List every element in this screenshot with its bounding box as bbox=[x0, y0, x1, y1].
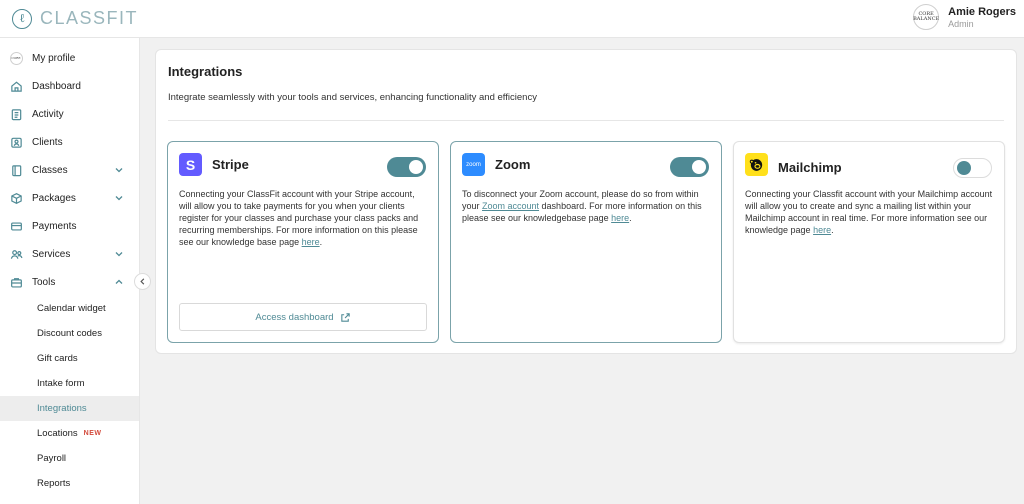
toggle-knob bbox=[957, 161, 971, 175]
top-bar: ℓ CLASSFIT CORE BALANCE Amie Rogers Admin bbox=[0, 0, 1024, 38]
sidebar-item-dashboard[interactable]: Dashboard bbox=[0, 72, 139, 100]
mailchimp-description: Connecting your Classfit account with yo… bbox=[745, 189, 993, 237]
chevron-left-icon bbox=[140, 278, 145, 285]
sidebar-item-tools[interactable]: Tools bbox=[0, 268, 139, 296]
mailchimp-description-suffix: . bbox=[831, 224, 834, 235]
zoom-icon: zoom bbox=[462, 153, 485, 176]
toggle-knob bbox=[409, 160, 423, 174]
access-dashboard-button[interactable]: Access dashboard bbox=[179, 303, 427, 331]
zoom-account-link[interactable]: Zoom account bbox=[482, 201, 539, 211]
logo-text: CLASSFIT bbox=[40, 8, 139, 28]
book-icon bbox=[9, 163, 23, 177]
mailchimp-title: Mailchimp bbox=[778, 160, 842, 175]
sidebar-subitem-locations[interactable]: Locations NEW bbox=[0, 421, 139, 446]
chevron-down-icon[interactable] bbox=[113, 192, 125, 204]
sidebar-item-clients[interactable]: Clients bbox=[0, 128, 139, 156]
sidebar-subitem-label: Intake form bbox=[37, 378, 85, 389]
zoom-icon-text: zoom bbox=[466, 161, 481, 168]
sidebar-subitem-intake-form[interactable]: Intake form bbox=[0, 371, 139, 396]
sidebar-subitem-label: Gift cards bbox=[37, 353, 78, 364]
services-icon bbox=[9, 247, 23, 261]
user-avatar: CORE BALANCE bbox=[913, 4, 939, 30]
classfit-logo[interactable]: ℓ CLASSFIT bbox=[12, 8, 138, 29]
card-icon bbox=[9, 219, 23, 233]
zoom-card: zoom Zoom To disconnect your Zoom accoun… bbox=[450, 141, 722, 343]
chevron-down-icon[interactable] bbox=[113, 164, 125, 176]
external-link-icon bbox=[340, 312, 350, 322]
sidebar-item-label: Activity bbox=[32, 108, 64, 120]
sidebar-item-label: Payments bbox=[32, 220, 77, 232]
mailchimp-knowledge-link[interactable]: here bbox=[813, 225, 831, 235]
sidebar-subitem-label: Integrations bbox=[37, 403, 87, 414]
page-title: Integrations bbox=[168, 64, 243, 79]
stripe-description-suffix: . bbox=[319, 236, 323, 247]
page-subtitle: Integrate seamlessly with your tools and… bbox=[168, 92, 537, 103]
zoom-description: To disconnect your Zoom account, please … bbox=[462, 189, 710, 225]
chevron-up-icon[interactable] bbox=[113, 276, 125, 288]
sidebar-item-label: Packages bbox=[32, 192, 76, 204]
stripe-knowledge-link[interactable]: here bbox=[302, 237, 320, 247]
box-icon bbox=[9, 191, 23, 205]
user-role: Admin bbox=[948, 18, 974, 29]
sidebar-subitem-reports[interactable]: Reports bbox=[0, 471, 139, 496]
toggle-knob bbox=[692, 160, 706, 174]
access-dashboard-label: Access dashboard bbox=[255, 311, 334, 323]
sidebar-item-label: My profile bbox=[32, 52, 76, 64]
sidebar-item-label: Tools bbox=[32, 276, 56, 288]
user-name: Amie Rogers bbox=[948, 5, 1016, 18]
logo-icon: ℓ bbox=[12, 8, 32, 29]
sidebar-item-payments[interactable]: Payments bbox=[0, 212, 139, 240]
sidebar-subitem-calendar-widget[interactable]: Calendar widget bbox=[0, 296, 139, 321]
mailchimp-monkey-glyph bbox=[749, 159, 763, 171]
sidebar-item-my-profile[interactable]: CORE My profile bbox=[0, 44, 139, 72]
sidebar-subitem-gift-cards[interactable]: Gift cards bbox=[0, 346, 139, 371]
zoom-toggle[interactable] bbox=[670, 157, 709, 177]
sidebar-item-label: Classes bbox=[32, 164, 68, 176]
zoom-title: Zoom bbox=[495, 157, 531, 172]
sidebar-subitem-label: Calendar widget bbox=[37, 303, 106, 314]
sidebar-collapse-button[interactable] bbox=[134, 273, 151, 290]
sidebar-subitem-label: Payroll bbox=[37, 453, 67, 464]
sidebar-subitem-label: Discount codes bbox=[37, 328, 102, 339]
stripe-description: Connecting your ClassFit account with yo… bbox=[179, 189, 427, 248]
profile-avatar-icon: CORE bbox=[9, 51, 23, 65]
integrations-panel: Integrations Integrate seamlessly with y… bbox=[155, 49, 1017, 354]
sidebar-item-label: Clients bbox=[32, 136, 63, 148]
sidebar-item-activity[interactable]: Activity bbox=[0, 100, 139, 128]
chevron-down-icon[interactable] bbox=[113, 248, 125, 260]
sidebar-subitem-label: Locations bbox=[37, 428, 78, 439]
clipboard-icon bbox=[9, 107, 23, 121]
stripe-description-text: Connecting your ClassFit account with yo… bbox=[179, 189, 419, 247]
mailchimp-icon bbox=[745, 153, 768, 176]
sidebar-subitem-discount-codes[interactable]: Discount codes bbox=[0, 321, 139, 346]
stripe-icon: S bbox=[179, 153, 202, 176]
mailchimp-toggle[interactable] bbox=[953, 158, 992, 178]
stripe-title: Stripe bbox=[212, 157, 249, 172]
stripe-card: S Stripe Connecting your ClassFit accoun… bbox=[167, 141, 439, 343]
sidebar-item-packages[interactable]: Packages bbox=[0, 184, 139, 212]
zoom-desc-suffix: . bbox=[629, 212, 632, 223]
sidebar-subitem-integrations[interactable]: Integrations bbox=[0, 396, 139, 421]
clients-icon bbox=[9, 135, 23, 149]
sidebar-item-classes[interactable]: Classes bbox=[0, 156, 139, 184]
sidebar-subitem-label: Reports bbox=[37, 478, 71, 489]
sidebar-item-label: Dashboard bbox=[32, 80, 81, 92]
stripe-toggle[interactable] bbox=[387, 157, 426, 177]
home-icon bbox=[9, 79, 23, 93]
sidebar: CORE My profile Dashboard Activity Clien… bbox=[0, 38, 140, 504]
sidebar-item-services[interactable]: Services bbox=[0, 240, 139, 268]
new-badge: NEW bbox=[83, 430, 102, 437]
mailchimp-card: Mailchimp Connecting your Classfit accou… bbox=[733, 141, 1005, 343]
user-menu[interactable]: CORE BALANCE Amie Rogers Admin bbox=[913, 4, 1016, 30]
sidebar-subitem-payroll[interactable]: Payroll bbox=[0, 446, 139, 471]
zoom-knowledge-link[interactable]: here bbox=[611, 213, 629, 223]
sidebar-item-label: Services bbox=[32, 248, 71, 260]
mailchimp-description-text: Connecting your Classfit account with yo… bbox=[745, 189, 993, 235]
divider bbox=[168, 120, 1004, 121]
briefcase-icon bbox=[9, 275, 23, 289]
